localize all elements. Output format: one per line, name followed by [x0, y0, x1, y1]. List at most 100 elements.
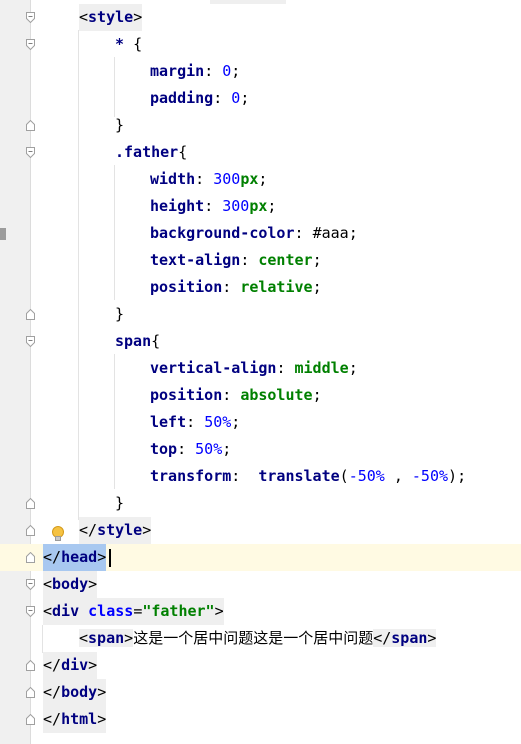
- attribute-name: class: [88, 602, 134, 620]
- fold-marker-icon[interactable]: [26, 336, 35, 347]
- colon: :: [222, 278, 232, 296]
- code-line-body-close[interactable]: </body>: [0, 679, 521, 706]
- colon: :: [294, 224, 304, 242]
- lightbulb-icon[interactable]: [50, 525, 66, 543]
- colon: :: [177, 440, 187, 458]
- code-editor[interactable]: <style> * { margin: 0; padding: 0; } .fa…: [0, 0, 521, 744]
- code-line-star-selector[interactable]: * {: [0, 31, 521, 58]
- fold-end-icon[interactable]: [26, 687, 35, 698]
- close-brace-text: }: [115, 116, 125, 134]
- code-line-style-open[interactable]: <style>: [0, 4, 521, 31]
- body-open-tag: <body>: [43, 571, 98, 598]
- tag-bracket: </: [43, 683, 62, 701]
- attribute-value: "father": [142, 602, 215, 620]
- semicolon: ;: [267, 197, 277, 215]
- colon: :: [276, 359, 286, 377]
- code-line-div-open[interactable]: <div class="father">: [0, 598, 521, 625]
- code-line-span-selector[interactable]: span{: [0, 328, 521, 355]
- keyword-value: center: [258, 251, 313, 269]
- fold-end-icon[interactable]: [26, 525, 35, 536]
- fold-marker-icon[interactable]: [26, 147, 35, 158]
- declaration: height: 300px;: [150, 193, 276, 220]
- semicolon: ;: [312, 251, 322, 269]
- code-line-body-open[interactable]: <body>: [0, 571, 521, 598]
- style-close-tag: </style>: [79, 517, 152, 544]
- code-line-div-close[interactable]: </div>: [0, 652, 521, 679]
- paren: ): [448, 467, 458, 485]
- declaration: transform: translate(-50% , -50%);: [150, 463, 466, 490]
- tag-bracket: >: [124, 629, 134, 647]
- semicolon: ;: [312, 278, 322, 296]
- equals-sign: =: [133, 602, 143, 620]
- tag-bracket: </: [43, 548, 62, 566]
- unit: px: [240, 170, 259, 188]
- close-brace-text: }: [115, 305, 125, 323]
- tag-bracket: >: [88, 575, 98, 593]
- code-line-span-element[interactable]: <span>这是一个居中问题这是一个居中问题</span>: [0, 625, 521, 652]
- unit: px: [249, 197, 268, 215]
- code-line-close-brace[interactable]: }: [0, 112, 521, 139]
- code-line-position-relative[interactable]: position: relative;: [0, 274, 521, 301]
- fold-end-icon[interactable]: [26, 498, 35, 509]
- code-line-head-close[interactable]: </head>: [0, 544, 521, 571]
- code-line-top[interactable]: top: 50%;: [0, 436, 521, 463]
- tag-bracket: >: [142, 521, 152, 539]
- open-brace: {: [133, 35, 143, 53]
- span-text-content: 这是一个居中问题这是一个居中问题: [133, 629, 374, 647]
- code-line-style-close[interactable]: </style>: [0, 517, 521, 544]
- fold-end-icon[interactable]: [26, 552, 35, 563]
- code-line-background-color[interactable]: background-color: #aaa;: [0, 220, 521, 247]
- head-close-tag: </head>: [43, 544, 107, 571]
- code-line-padding[interactable]: padding: 0;: [0, 85, 521, 112]
- tag-bracket: >: [427, 629, 437, 647]
- text-caret: [108, 544, 111, 571]
- fold-end-icon[interactable]: [26, 714, 35, 725]
- code-line-text-align[interactable]: text-align: center;: [0, 247, 521, 274]
- keyword-value: relative: [240, 278, 313, 296]
- declaration: text-align: center;: [150, 247, 322, 274]
- code-line-height[interactable]: height: 300px;: [0, 193, 521, 220]
- tag-name: html: [61, 710, 98, 728]
- number-value: 50%: [204, 413, 232, 431]
- code-line-vertical-align[interactable]: vertical-align: middle;: [0, 355, 521, 382]
- declaration: vertical-align: middle;: [150, 355, 358, 382]
- tag-bracket: >: [97, 710, 107, 728]
- colon: :: [204, 197, 214, 215]
- code-line-width[interactable]: width: 300px;: [0, 166, 521, 193]
- code-line-html-close[interactable]: </html>: [0, 706, 521, 733]
- semicolon: ;: [258, 170, 268, 188]
- property-name: transform: [150, 467, 232, 485]
- fold-marker-icon[interactable]: [26, 606, 35, 617]
- fold-marker-icon[interactable]: [26, 579, 35, 590]
- colon: :: [213, 89, 223, 107]
- code-line-close-brace[interactable]: }: [0, 490, 521, 517]
- code-line-position-absolute[interactable]: position: absolute;: [0, 382, 521, 409]
- property-name: width: [150, 170, 196, 188]
- tag-bracket: >: [97, 683, 107, 701]
- tag-bracket: >: [97, 548, 107, 566]
- tag-name: style: [88, 8, 134, 26]
- semicolon: ;: [231, 413, 241, 431]
- tag-bracket: >: [214, 602, 224, 620]
- selector-name: span: [115, 332, 152, 350]
- fold-marker-icon[interactable]: [26, 12, 35, 23]
- code-line-transform[interactable]: transform: translate(-50% , -50%);: [0, 463, 521, 490]
- fold-marker-icon[interactable]: [26, 39, 35, 50]
- fold-end-icon[interactable]: [26, 120, 35, 131]
- declaration: background-color: #aaa;: [150, 220, 358, 247]
- fold-end-icon[interactable]: [26, 660, 35, 671]
- number-value: -50%: [411, 467, 449, 485]
- span-element: <span>这是一个居中问题这是一个居中问题</span>: [79, 625, 437, 652]
- code-line-margin[interactable]: margin: 0;: [0, 58, 521, 85]
- html-close-tag: </html>: [43, 706, 107, 733]
- function-name: translate: [258, 467, 340, 485]
- tag-name: body: [61, 683, 98, 701]
- code-line-close-brace[interactable]: }: [0, 301, 521, 328]
- style-open-tag: <style>: [79, 4, 143, 31]
- tag-name: head: [61, 548, 98, 566]
- property-value: 0: [222, 62, 232, 80]
- declaration: position: relative;: [150, 274, 322, 301]
- fold-end-icon[interactable]: [26, 309, 35, 320]
- code-line-father-selector[interactable]: .father{: [0, 139, 521, 166]
- code-line-left[interactable]: left: 50%;: [0, 409, 521, 436]
